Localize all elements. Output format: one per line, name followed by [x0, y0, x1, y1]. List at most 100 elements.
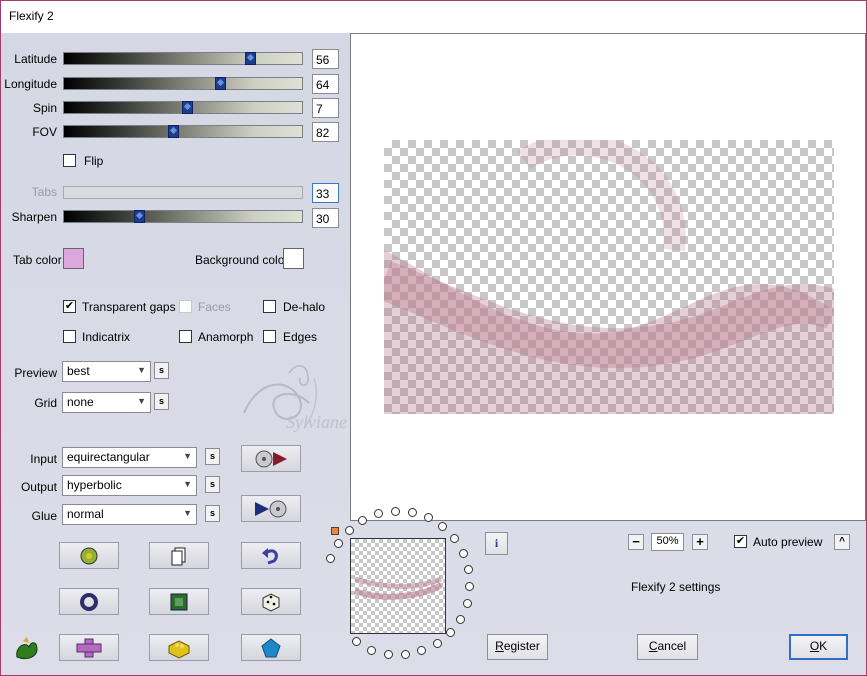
anamorph-label: Anamorph	[198, 330, 254, 344]
gem-button[interactable]	[241, 634, 301, 661]
undo-button[interactable]	[241, 542, 301, 569]
background-color-swatch[interactable]	[283, 248, 304, 269]
info-button[interactable]: i	[485, 532, 508, 555]
preview-canvas[interactable]	[350, 33, 866, 521]
ring-dot[interactable]	[438, 522, 447, 531]
zoom-out-button[interactable]: −	[628, 534, 644, 550]
disc-to-play-button[interactable]	[241, 495, 301, 522]
ring-handle-icon[interactable]	[331, 527, 339, 535]
latitude-slider[interactable]	[63, 52, 303, 65]
thumbnail-preview[interactable]	[350, 538, 446, 634]
play-to-disc-button[interactable]	[241, 445, 301, 472]
auto-preview-checkbox[interactable]: ✔	[734, 535, 747, 548]
glue-select[interactable]: normal ▼	[62, 504, 197, 525]
tabs-value[interactable]: 33	[312, 183, 339, 203]
ring-dot[interactable]	[367, 646, 376, 655]
grid-s-button[interactable]: s	[154, 393, 169, 410]
undo-icon	[262, 547, 278, 564]
indicatrix-label: Indicatrix	[82, 330, 131, 344]
play-to-disc-icon	[255, 450, 287, 467]
ring-dot[interactable]	[352, 637, 361, 646]
preview-s-button[interactable]: s	[154, 362, 169, 379]
edges-checkbox[interactable]	[263, 330, 276, 343]
ring-dot[interactable]	[384, 650, 393, 659]
ring-dot[interactable]	[463, 599, 472, 608]
ring-dot[interactable]	[424, 513, 433, 522]
ring-dot[interactable]	[459, 549, 468, 558]
ring-dot[interactable]	[374, 509, 383, 518]
ring-dot[interactable]	[408, 508, 417, 517]
preview-label: Preview	[14, 366, 57, 380]
randomize-button[interactable]	[59, 542, 119, 569]
slider-thumb[interactable]	[168, 125, 179, 138]
ring-dot[interactable]	[465, 582, 474, 591]
chip-button[interactable]	[149, 588, 209, 615]
slider-thumb[interactable]	[182, 101, 193, 114]
preview-select[interactable]: best ▼	[62, 361, 151, 382]
ring-dot[interactable]	[433, 639, 442, 648]
slider-thumb[interactable]	[134, 210, 145, 223]
register-label: egister	[503, 639, 540, 653]
longitude-slider[interactable]	[63, 77, 303, 90]
ring-dot[interactable]	[391, 507, 400, 516]
ring-dot[interactable]	[326, 554, 335, 563]
faces-checkbox[interactable]	[179, 300, 192, 313]
ring-dot[interactable]	[464, 565, 473, 574]
ring-dot[interactable]	[345, 526, 354, 535]
tab-color-swatch[interactable]	[63, 248, 84, 269]
edges-label: Edges	[283, 330, 318, 344]
input-s-button[interactable]: s	[205, 448, 220, 465]
transparent-gaps-checkbox[interactable]: ✔	[63, 300, 76, 313]
ring-dot[interactable]	[446, 628, 455, 637]
ring-button[interactable]	[59, 588, 119, 615]
longitude-value[interactable]: 64	[312, 74, 339, 94]
slider-thumb[interactable]	[245, 52, 256, 65]
de-halo-checkbox[interactable]	[263, 300, 276, 313]
fov-slider[interactable]	[63, 125, 303, 138]
watermark-text: Sylviane	[286, 412, 347, 432]
cross-button[interactable]	[59, 634, 119, 661]
dice-button[interactable]	[241, 588, 301, 615]
de-halo-label: De-halo	[283, 300, 326, 314]
preview-value: best	[67, 364, 90, 378]
indicatrix-checkbox[interactable]	[63, 330, 76, 343]
anamorph-checkbox[interactable]	[179, 330, 192, 343]
cancel-label: ancel	[657, 639, 687, 653]
ring-dot[interactable]	[401, 650, 410, 659]
gem-icon	[261, 637, 281, 657]
spin-value[interactable]: 7	[312, 98, 339, 118]
zoom-value[interactable]: 50%	[651, 533, 684, 551]
flip-checkbox[interactable]	[63, 154, 76, 167]
register-button[interactable]: Register	[487, 634, 548, 660]
output-select[interactable]: hyperbolic ▼	[62, 475, 197, 496]
brick-button[interactable]	[149, 634, 209, 661]
fov-value[interactable]: 82	[312, 122, 339, 142]
slider-thumb[interactable]	[215, 77, 226, 90]
cancel-button[interactable]: Cancel	[637, 634, 698, 660]
ring-dot[interactable]	[417, 646, 426, 655]
spin-slider[interactable]	[63, 101, 303, 114]
copy-button[interactable]	[149, 542, 209, 569]
glue-label: Glue	[31, 509, 57, 523]
ring-dot[interactable]	[456, 615, 465, 624]
input-select[interactable]: equirectangular ▼	[62, 447, 197, 468]
background-color-label: Background color	[195, 253, 289, 267]
tabs-slider[interactable]	[63, 186, 303, 199]
grid-label: Grid	[34, 396, 57, 410]
fov-label: FOV	[32, 125, 57, 139]
output-s-button[interactable]: s	[205, 476, 220, 493]
transparent-gaps-label: Transparent gaps	[82, 300, 176, 314]
glue-s-button[interactable]: s	[205, 505, 220, 522]
sharpen-slider[interactable]	[63, 210, 303, 223]
sharpen-value[interactable]: 30	[312, 208, 339, 228]
ring-dot[interactable]	[450, 534, 459, 543]
thumbnail-overlay	[353, 576, 443, 600]
grid-select[interactable]: none ▼	[62, 392, 151, 413]
collapse-button[interactable]: ^	[834, 534, 850, 550]
latitude-value[interactable]: 56	[312, 49, 339, 69]
ok-button[interactable]: OK	[789, 634, 848, 660]
auto-preview-label: Auto preview	[753, 535, 823, 549]
ring-dot[interactable]	[334, 539, 343, 548]
zoom-in-button[interactable]: +	[692, 534, 708, 550]
ring-dot[interactable]	[358, 516, 367, 525]
